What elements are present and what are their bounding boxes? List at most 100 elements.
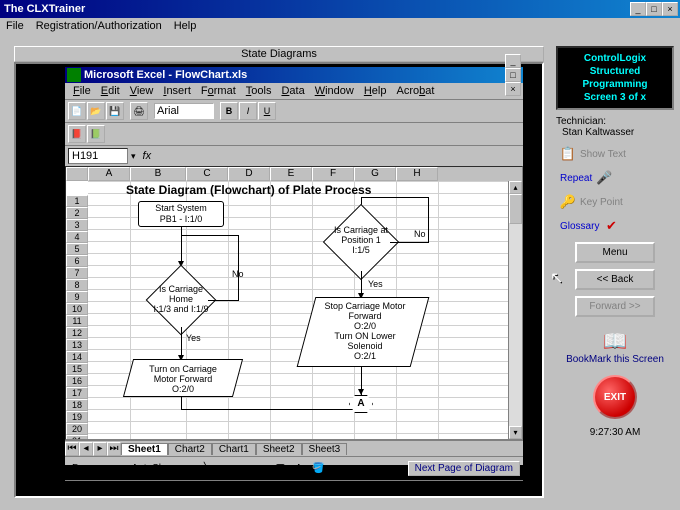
excel-close-button[interactable]: × <box>505 82 521 96</box>
row-8[interactable]: 8 <box>66 279 88 291</box>
menu-file[interactable]: File <box>6 20 24 32</box>
tab-prev-icon[interactable]: ◂ <box>79 442 93 456</box>
repeat-link[interactable]: Repeat 🎤 <box>556 168 674 188</box>
tab-next-icon[interactable]: ▸ <box>93 442 107 456</box>
excel-menu-format[interactable]: Format <box>197 85 240 97</box>
close-button[interactable]: × <box>662 2 678 16</box>
col-d[interactable]: D <box>228 167 270 181</box>
italic-icon[interactable]: I <box>239 102 257 120</box>
col-e[interactable]: E <box>270 167 312 181</box>
excel-menu-window[interactable]: Window <box>311 85 358 97</box>
excel-minimize-button[interactable]: _ <box>505 54 521 68</box>
line-icon[interactable]: ╲ <box>200 461 214 476</box>
row-3[interactable]: 3 <box>66 219 88 231</box>
fx-icon[interactable]: fx <box>139 150 156 162</box>
print-icon[interactable]: 🖨 <box>130 102 148 120</box>
col-g[interactable]: G <box>354 167 396 181</box>
row-10[interactable]: 10 <box>66 303 88 315</box>
draw-menu[interactable]: Draw ▾ <box>68 461 107 476</box>
scroll-up-icon[interactable]: ▴ <box>509 181 522 194</box>
back-button[interactable]: << Back <box>575 269 655 290</box>
bold-icon[interactable]: B <box>220 102 238 120</box>
excel-window: Microsoft Excel - FlowChart.xls _ □ × Fi… <box>64 66 524 466</box>
excel-menu-tools[interactable]: Tools <box>242 85 276 97</box>
underline-icon[interactable]: U <box>258 102 276 120</box>
arrow-icon[interactable]: → <box>216 461 234 476</box>
excel-maximize-button[interactable]: □ <box>505 68 521 82</box>
decision-home-text: Is CarriageHomeI:1/3 and I:1/9 <box>141 284 221 314</box>
row-15[interactable]: 15 <box>66 363 88 375</box>
maximize-button[interactable]: □ <box>646 2 662 16</box>
tab-sheet3[interactable]: Sheet3 <box>302 443 348 455</box>
row-5[interactable]: 5 <box>66 243 88 255</box>
flowchart-title: State Diagram (Flowchart) of Plate Proce… <box>126 183 371 197</box>
bookmark-link[interactable]: 📖 BookMark this Screen <box>566 329 664 365</box>
scroll-down-icon[interactable]: ▾ <box>509 426 522 439</box>
row-7[interactable]: 7 <box>66 267 88 279</box>
excel-menu-data[interactable]: Data <box>277 85 308 97</box>
select-icon[interactable]: ↖ <box>109 461 125 476</box>
excel-menu-help[interactable]: Help <box>360 85 391 97</box>
textbox-icon[interactable]: 🅰 <box>271 459 289 478</box>
tab-chart1[interactable]: Chart1 <box>212 443 256 455</box>
save-icon[interactable]: 💾 <box>106 102 124 120</box>
new-icon[interactable]: 📄 <box>68 102 86 120</box>
row-21[interactable]: 21 <box>66 435 88 440</box>
excel-statusbar: Ready NUM <box>65 480 523 496</box>
row-11[interactable]: 11 <box>66 315 88 327</box>
forward-button[interactable]: Forward >> <box>575 296 655 317</box>
fill-icon[interactable]: 🪣 <box>308 461 328 476</box>
row-18[interactable]: 18 <box>66 399 88 411</box>
excel-menu-edit[interactable]: Edit <box>97 85 124 97</box>
rect-icon[interactable]: ▭ <box>236 461 253 476</box>
show-text-link[interactable]: 📋 Show Text <box>556 144 674 164</box>
key-point-link[interactable]: 🔑 Key Point <box>556 192 674 212</box>
col-b[interactable]: B <box>130 167 186 181</box>
wordart-icon[interactable]: A <box>291 461 306 476</box>
autoshapes-menu[interactable]: AutoShapes ▾ <box>128 461 198 476</box>
glossary-link[interactable]: Glossary ✔ <box>556 216 674 236</box>
excel-menu-insert[interactable]: Insert <box>159 85 195 97</box>
row-13[interactable]: 13 <box>66 339 88 351</box>
connector-a: A <box>349 395 373 413</box>
tab-chart2[interactable]: Chart2 <box>168 443 212 455</box>
open-icon[interactable]: 📂 <box>87 102 105 120</box>
row-4[interactable]: 4 <box>66 231 88 243</box>
tab-first-icon[interactable]: ⏮ <box>65 442 79 456</box>
exit-button[interactable]: EXIT <box>593 375 637 419</box>
tab-last-icon[interactable]: ⏭ <box>107 442 121 456</box>
menu-help[interactable]: Help <box>174 20 197 32</box>
col-a[interactable]: A <box>88 167 130 181</box>
excel-grid[interactable]: A B C D E F G H 123456789101112131415161… <box>65 166 523 440</box>
font-selector[interactable] <box>154 103 214 119</box>
minimize-button[interactable]: _ <box>630 2 646 16</box>
col-h[interactable]: H <box>396 167 438 181</box>
tab-sheet1[interactable]: Sheet1 <box>121 443 168 455</box>
scroll-thumb[interactable] <box>509 194 522 224</box>
row-14[interactable]: 14 <box>66 351 88 363</box>
col-c[interactable]: C <box>186 167 228 181</box>
excel-menu-file[interactable]: File <box>69 85 95 97</box>
name-box[interactable]: H191 <box>68 148 128 164</box>
row-1[interactable]: 1 <box>66 195 88 207</box>
vertical-scrollbar[interactable]: ▴ ▾ <box>508 181 522 439</box>
row-12[interactable]: 12 <box>66 327 88 339</box>
row-2[interactable]: 2 <box>66 207 88 219</box>
tab-sheet2[interactable]: Sheet2 <box>256 443 302 455</box>
col-f[interactable]: F <box>312 167 354 181</box>
excel-menu-acrobat[interactable]: Acrobat <box>392 85 438 97</box>
pdf-icon[interactable]: 📕 <box>68 125 86 143</box>
row-17[interactable]: 17 <box>66 387 88 399</box>
row-20[interactable]: 20 <box>66 423 88 435</box>
row-19[interactable]: 19 <box>66 411 88 423</box>
menu-button[interactable]: Menu <box>575 242 655 263</box>
pdf2-icon[interactable]: 📗 <box>87 125 105 143</box>
row-9[interactable]: 9 <box>66 291 88 303</box>
row-16[interactable]: 16 <box>66 375 88 387</box>
oval-icon[interactable]: ○ <box>255 461 269 476</box>
excel-menu-view[interactable]: View <box>126 85 158 97</box>
menu-registration[interactable]: Registration/Authorization <box>36 20 162 32</box>
next-page-button[interactable]: Next Page of Diagram <box>408 461 520 476</box>
select-all-corner[interactable] <box>66 167 88 181</box>
row-6[interactable]: 6 <box>66 255 88 267</box>
